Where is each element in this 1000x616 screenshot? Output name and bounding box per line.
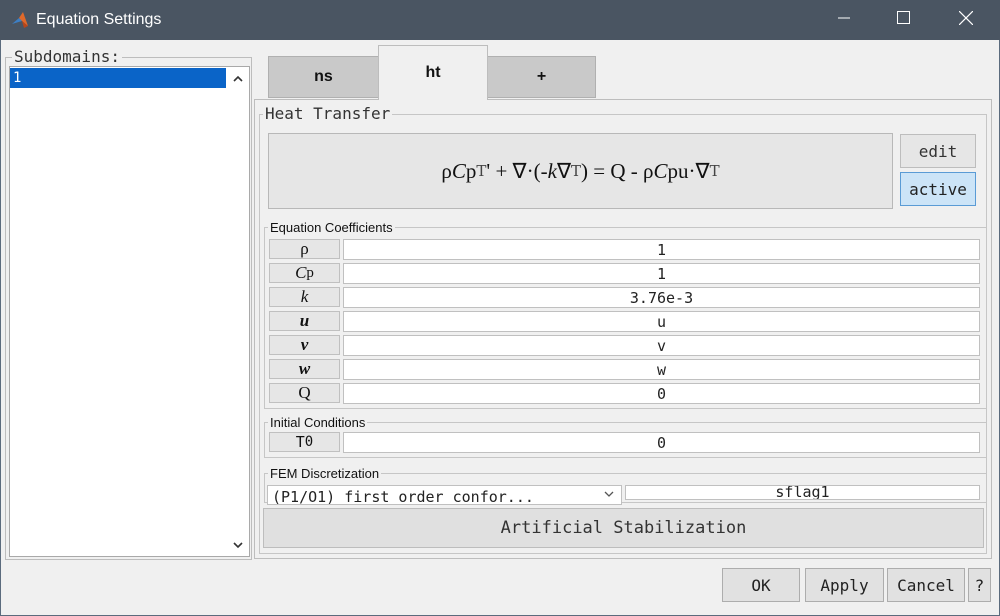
coef-label-v: v xyxy=(269,335,340,355)
chevron-up-icon xyxy=(231,73,245,90)
close-button[interactable] xyxy=(935,0,997,40)
scroll-down-button[interactable] xyxy=(231,538,245,552)
coef-input-w[interactable]: w xyxy=(343,359,980,380)
matlab-icon xyxy=(10,10,30,30)
subdomains-label: Subdomains: xyxy=(12,47,122,66)
chevron-down-icon xyxy=(231,539,245,556)
minimize-icon xyxy=(838,11,850,29)
tab-add[interactable]: + xyxy=(487,56,596,98)
coef-input-v[interactable]: v xyxy=(343,335,980,356)
active-toggle[interactable]: active xyxy=(900,172,976,206)
equation-display: ρ Cp T ' + ∇ · (- k ∇ T) = Q - ρ Cp u · ∇ T xyxy=(268,133,893,209)
minimize-button[interactable] xyxy=(813,0,875,40)
maximize-icon xyxy=(896,11,910,29)
help-button[interactable]: ? xyxy=(968,568,991,602)
coef-label-rho: ρ xyxy=(269,239,340,259)
scroll-up-button[interactable] xyxy=(231,72,245,86)
chevron-down-icon[interactable] xyxy=(600,488,618,502)
heat-transfer-label: Heat Transfer xyxy=(263,104,393,123)
window-title: Equation Settings xyxy=(36,11,162,28)
tab-ht[interactable]: ht xyxy=(378,45,488,100)
coef-input-q[interactable]: 0 xyxy=(343,383,980,404)
ic-input-t0[interactable]: 0 xyxy=(343,432,980,453)
coef-input-u[interactable]: u xyxy=(343,311,980,332)
coef-input-rho[interactable]: 1 xyxy=(343,239,980,260)
coef-input-k[interactable]: 3.76e-3 xyxy=(343,287,980,308)
coef-label-cp: Cp xyxy=(269,263,340,283)
title-bar: Equation Settings xyxy=(0,0,1000,40)
subdomain-item[interactable]: 1 xyxy=(10,68,226,88)
fem-flag-input[interactable]: sflag1 xyxy=(625,485,980,500)
artificial-stabilization-button[interactable]: Artificial Stabilization xyxy=(263,508,984,548)
close-icon xyxy=(958,10,974,30)
ok-button[interactable]: OK xyxy=(722,568,800,602)
apply-button[interactable]: Apply xyxy=(805,568,884,602)
coef-input-cp[interactable]: 1 xyxy=(343,263,980,284)
coef-label-q: Q xyxy=(269,383,340,403)
coef-label-k: k xyxy=(269,287,340,307)
edit-button[interactable]: edit xyxy=(900,134,976,168)
subdomains-listbox[interactable] xyxy=(9,66,250,557)
maximize-button[interactable] xyxy=(872,0,934,40)
ic-label-t0: T0 xyxy=(269,432,340,452)
tab-ns[interactable]: ns xyxy=(268,56,379,98)
fem-element-select[interactable]: (P1/O1) first order confor... xyxy=(267,485,622,505)
initial-conditions-label: Initial Conditions xyxy=(268,415,368,430)
coef-label-u: u xyxy=(269,311,340,331)
fem-discretization-label: FEM Discretization xyxy=(268,466,382,481)
cancel-button[interactable]: Cancel xyxy=(887,568,965,602)
coef-label-w: w xyxy=(269,359,340,379)
equation-coefficients-label: Equation Coefficients xyxy=(268,220,395,235)
